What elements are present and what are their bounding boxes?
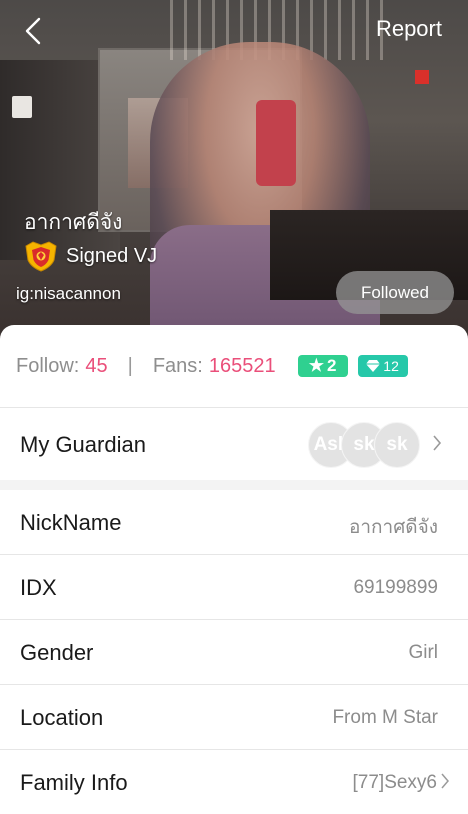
signed-vj-label: Signed VJ — [66, 244, 158, 267]
star-level-badge: ★ 2 — [297, 355, 348, 377]
stats-separator: | — [127, 354, 133, 377]
idx-label: IDX — [20, 575, 57, 600]
red-sign — [415, 70, 429, 84]
diamond-icon — [366, 360, 381, 372]
idx-value: 69199899 — [353, 577, 438, 598]
family-info-row[interactable]: Family Info [77]Sexy6 — [0, 750, 468, 814]
family-info-label: Family Info — [20, 770, 128, 795]
section-gap — [0, 480, 468, 490]
chevron-right-icon — [441, 773, 449, 789]
location-value: From M Star — [332, 707, 438, 728]
fans-count[interactable]: 165521 — [209, 355, 276, 378]
gender-value: Girl — [408, 642, 438, 663]
star-icon: ★ — [308, 356, 324, 375]
my-guardian-label: My Guardian — [20, 432, 146, 457]
followed-button[interactable]: Followed — [336, 271, 454, 314]
report-button[interactable]: Report — [376, 16, 442, 42]
diamond-level-value: 12 — [383, 358, 399, 374]
nickname-value: อากาศดีจัง — [348, 517, 438, 538]
location-label: Location — [20, 705, 104, 730]
gender-row: Gender Girl — [0, 620, 468, 685]
nickname-label: NickName — [20, 510, 122, 535]
no-smoking-sign — [12, 96, 32, 118]
guardian-avatar: sk — [374, 422, 420, 468]
diamond-level-badge: 12 — [357, 355, 408, 377]
chevron-right-icon — [433, 435, 442, 451]
family-info-text: [77]Sexy6 — [352, 772, 438, 793]
profile-nickname: อากาศดีจัง — [24, 211, 123, 234]
signed-vj-badge: Signed VJ — [24, 240, 157, 272]
follow-count[interactable]: 45 — [85, 355, 107, 378]
my-guardian-row[interactable]: My Guardian Ask sk sk — [0, 408, 468, 480]
chevron-left-icon — [25, 17, 41, 45]
back-button[interactable] — [18, 14, 48, 48]
nickname-row: NickName อากาศดีจัง — [0, 490, 468, 555]
phone-shape — [256, 100, 296, 186]
fans-label: Fans: — [152, 354, 203, 377]
profile-info-card: Follow: 45 | Fans: 165521 ★ 2 12 My Guar… — [0, 325, 468, 800]
gender-label: Gender — [20, 640, 94, 665]
stats-bar: Follow: 45 | Fans: 165521 ★ 2 12 — [0, 325, 468, 407]
location-row: Location From M Star — [0, 685, 468, 750]
guardian-avatars: Ask sk sk — [308, 422, 420, 468]
family-info-value: [77]Sexy6 — [353, 772, 451, 794]
idx-row: IDX 69199899 — [0, 555, 468, 620]
follow-label: Follow: — [16, 354, 80, 377]
shield-crest-icon — [25, 241, 57, 272]
star-level-value: 2 — [326, 356, 337, 375]
instagram-handle: ig:nisacannon — [16, 284, 121, 303]
